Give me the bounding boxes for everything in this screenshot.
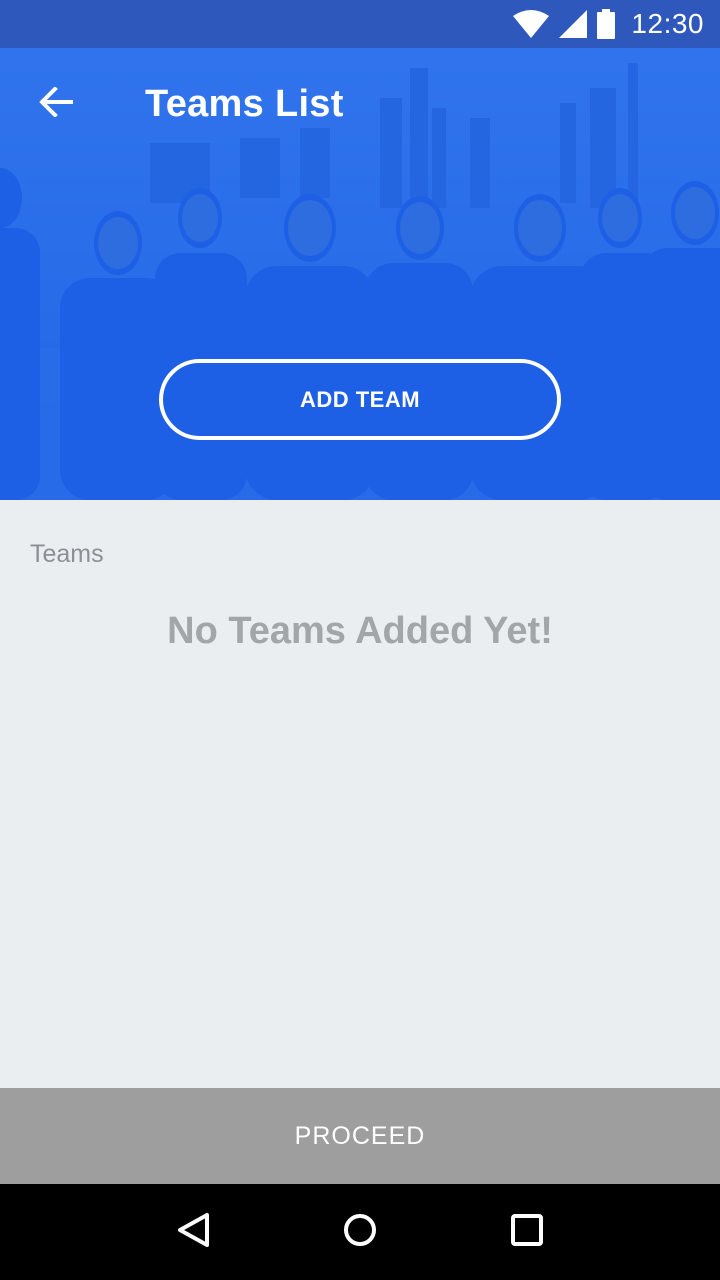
nav-back-button[interactable] bbox=[163, 1202, 223, 1262]
empty-state-message: No Teams Added Yet! bbox=[167, 610, 553, 652]
nav-back-icon bbox=[176, 1212, 210, 1253]
add-team-button[interactable]: ADD TEAM bbox=[159, 359, 561, 440]
page-title: Teams List bbox=[145, 82, 344, 125]
nav-recents-icon bbox=[510, 1213, 544, 1252]
nav-recents-button[interactable] bbox=[497, 1202, 557, 1262]
battery-icon bbox=[597, 9, 616, 39]
cell-signal-icon bbox=[559, 10, 588, 38]
back-button[interactable] bbox=[0, 48, 112, 160]
system-nav-bar bbox=[0, 1184, 720, 1280]
nav-home-button[interactable] bbox=[330, 1202, 390, 1262]
proceed-button[interactable]: PROCEED bbox=[0, 1088, 720, 1184]
arrow-back-icon bbox=[39, 85, 73, 122]
toolbar: Teams List bbox=[0, 48, 720, 160]
wifi-icon bbox=[513, 10, 550, 38]
teams-section-label: Teams bbox=[30, 540, 104, 568]
status-clock: 12:30 bbox=[631, 8, 704, 39]
status-bar: 12:30 bbox=[0, 0, 720, 48]
nav-home-icon bbox=[342, 1212, 378, 1253]
